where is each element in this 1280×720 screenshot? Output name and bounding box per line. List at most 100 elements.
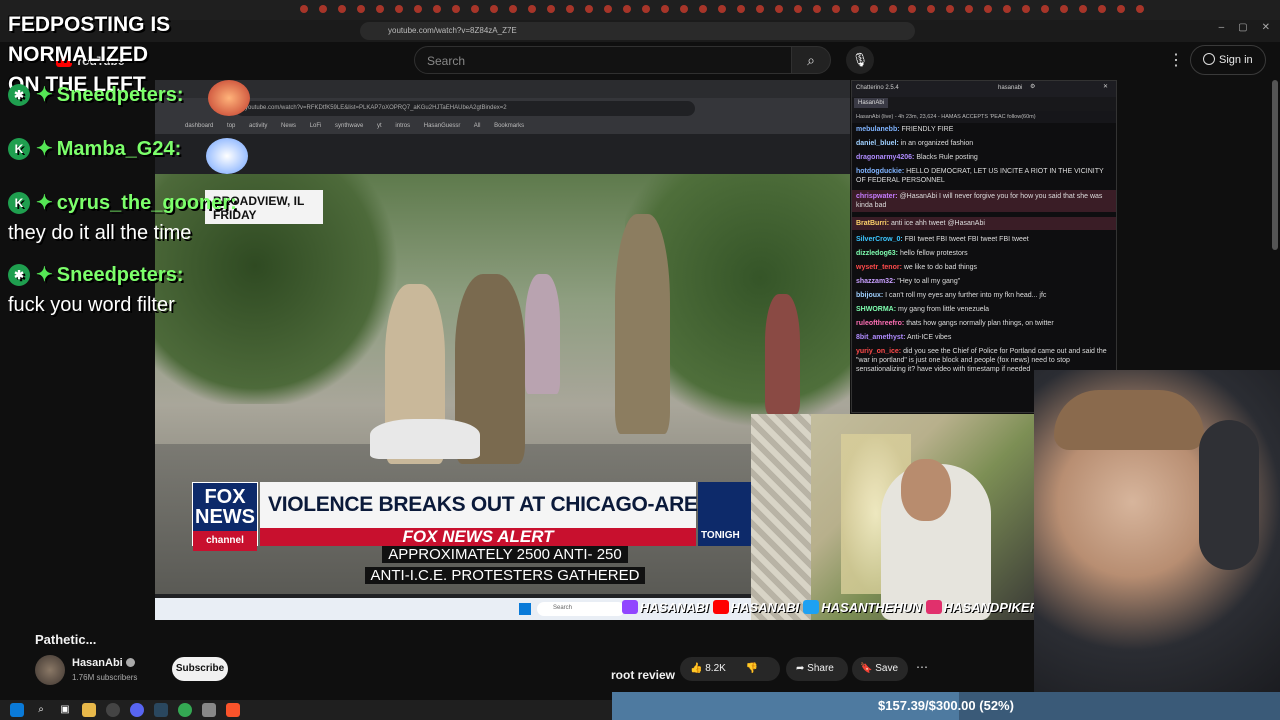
chat-username[interactable]: dizzledog63: bbox=[856, 250, 898, 257]
chat-username[interactable]: ruleofthreefro: bbox=[856, 320, 904, 327]
browser-tab[interactable] bbox=[1079, 5, 1087, 13]
browser-tab[interactable] bbox=[585, 5, 593, 13]
chat-username[interactable]: 8bit_amethyst: bbox=[856, 334, 905, 341]
search-icon[interactable]: ⌕ bbox=[34, 703, 48, 717]
browser-tab[interactable] bbox=[1003, 5, 1011, 13]
taskbar-search[interactable]: Search bbox=[537, 602, 625, 616]
browser-tab[interactable] bbox=[680, 5, 688, 13]
anchor-promo: TONIGH bbox=[698, 482, 752, 546]
browser-tab[interactable] bbox=[661, 5, 669, 13]
brave-icon[interactable] bbox=[226, 703, 240, 717]
url-input[interactable]: youtube.com/watch?v=8Z84zA_Z7E bbox=[360, 22, 915, 40]
search-button[interactable]: ⌕ bbox=[791, 46, 831, 74]
browser-tab[interactable] bbox=[1041, 5, 1049, 13]
chat-username[interactable]: yuriy_on_ice: bbox=[856, 348, 901, 355]
browser-tab[interactable] bbox=[1060, 5, 1068, 13]
chat-message-list[interactable]: mebulanebb: FRIENDLY FIRE daniel_bluel: i… bbox=[852, 123, 1116, 381]
subscribe-button[interactable]: Subscribe bbox=[172, 657, 228, 681]
maximize-icon[interactable]: ▢ bbox=[1238, 22, 1247, 33]
browser-tab[interactable] bbox=[737, 5, 745, 13]
browser-tab[interactable] bbox=[376, 5, 384, 13]
like-button[interactable]: 👍 8.2K 👎 bbox=[680, 657, 780, 681]
chat-username[interactable]: bbijoux: bbox=[856, 292, 883, 299]
browser-tab[interactable] bbox=[490, 5, 498, 13]
browser-tab[interactable] bbox=[566, 5, 574, 13]
discord-icon[interactable] bbox=[130, 703, 144, 717]
door-background bbox=[751, 414, 811, 620]
close-icon[interactable]: ✕ bbox=[1262, 22, 1270, 33]
chat-username[interactable]: mebulanebb: bbox=[856, 126, 900, 133]
browser-tab[interactable] bbox=[927, 5, 935, 13]
settings-gear-icon[interactable]: ⚙ bbox=[1030, 83, 1035, 90]
browser-tab[interactable] bbox=[775, 5, 783, 13]
share-button[interactable]: ➦ Share bbox=[786, 657, 848, 681]
file-explorer-icon[interactable] bbox=[82, 703, 96, 717]
chat-username: Sneedpeters: bbox=[56, 264, 184, 286]
steam-icon[interactable] bbox=[154, 703, 168, 717]
browser-tab[interactable] bbox=[908, 5, 916, 13]
voice-search-button[interactable]: 🎙 bbox=[846, 46, 874, 74]
browser-tab[interactable] bbox=[851, 5, 859, 13]
browser-tab[interactable] bbox=[528, 5, 536, 13]
browser-tab[interactable] bbox=[338, 5, 346, 13]
close-icon[interactable]: ✕ bbox=[1103, 83, 1108, 90]
windows-start-icon[interactable] bbox=[519, 603, 531, 615]
browser-tab[interactable] bbox=[1098, 5, 1106, 13]
channel-avatar[interactable] bbox=[35, 655, 65, 685]
channel-name[interactable]: HasanAbi bbox=[72, 657, 135, 669]
chatterino-tab[interactable]: HasanAbi bbox=[854, 98, 889, 108]
browser-tab[interactable] bbox=[395, 5, 403, 13]
browser-tab[interactable] bbox=[1022, 5, 1030, 13]
page-scrollbar[interactable] bbox=[1272, 80, 1278, 250]
thumbs-down-icon[interactable]: 👎 bbox=[746, 663, 758, 674]
search-input[interactable]: Search bbox=[414, 46, 792, 74]
minimize-icon[interactable]: – bbox=[1219, 22, 1225, 33]
browser-tab[interactable] bbox=[547, 5, 555, 13]
browser-tab[interactable] bbox=[889, 5, 897, 13]
obs-icon[interactable] bbox=[106, 703, 120, 717]
windows-start-icon[interactable] bbox=[10, 703, 24, 717]
chrome-icon[interactable] bbox=[178, 703, 192, 717]
browser-tab[interactable] bbox=[1136, 5, 1144, 13]
chat-username[interactable]: hotdogduckie: bbox=[856, 168, 904, 175]
browser-tab[interactable] bbox=[623, 5, 631, 13]
chatterino-account[interactable]: hasanabi bbox=[998, 85, 1022, 91]
task-view-icon[interactable]: ▣ bbox=[58, 703, 72, 717]
browser-tab[interactable] bbox=[965, 5, 973, 13]
browser-tab[interactable] bbox=[604, 5, 612, 13]
browser-tab[interactable] bbox=[870, 5, 878, 13]
browser-tab[interactable] bbox=[319, 5, 327, 13]
browser-tab[interactable] bbox=[718, 5, 726, 13]
browser-tab[interactable] bbox=[642, 5, 650, 13]
more-actions-icon[interactable]: ⋯ bbox=[916, 660, 928, 674]
browser-tab[interactable] bbox=[414, 5, 422, 13]
chat-username[interactable]: SHWORMA: bbox=[856, 306, 896, 313]
browser-tab[interactable] bbox=[471, 5, 479, 13]
browser-tab[interactable] bbox=[813, 5, 821, 13]
browser-tab[interactable] bbox=[452, 5, 460, 13]
chat-username[interactable]: dragonarmy4206: bbox=[856, 154, 914, 161]
chat-username[interactable]: SilverCrow_0: bbox=[856, 236, 903, 243]
chat-username[interactable]: wysetr_tenor: bbox=[856, 264, 902, 271]
browser-tab[interactable] bbox=[1117, 5, 1125, 13]
browser-tab[interactable] bbox=[946, 5, 954, 13]
browser-tab[interactable] bbox=[832, 5, 840, 13]
chat-username[interactable]: BratBurri: bbox=[856, 220, 889, 227]
chat-message: dragonarmy4206: Blacks Rule posting bbox=[856, 153, 1112, 162]
chat-username[interactable]: chrispwater: bbox=[856, 193, 898, 200]
save-button[interactable]: 🔖 Save bbox=[852, 657, 908, 681]
browser-tab[interactable] bbox=[699, 5, 707, 13]
social-handle: HASANABI bbox=[730, 600, 800, 615]
more-options-icon[interactable]: ⋮ bbox=[1168, 50, 1184, 70]
sign-in-button[interactable]: Sign in bbox=[1190, 45, 1266, 75]
browser-tab[interactable] bbox=[357, 5, 365, 13]
browser-tab[interactable] bbox=[984, 5, 992, 13]
browser-tab[interactable] bbox=[509, 5, 517, 13]
star-icon: ✦ bbox=[36, 84, 53, 106]
chat-username[interactable]: daniel_bluel: bbox=[856, 140, 899, 147]
browser-tab[interactable] bbox=[433, 5, 441, 13]
browser-tab[interactable] bbox=[794, 5, 802, 13]
browser-tab[interactable] bbox=[756, 5, 764, 13]
chat-username[interactable]: shazzam32: bbox=[856, 278, 895, 285]
app-icon[interactable] bbox=[202, 703, 216, 717]
